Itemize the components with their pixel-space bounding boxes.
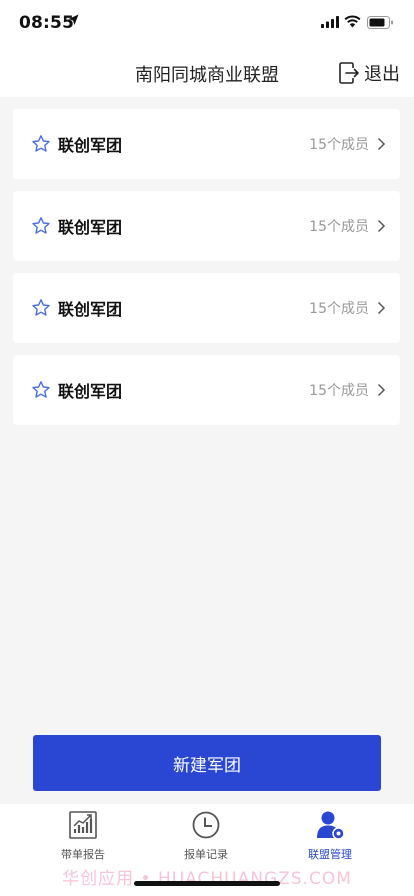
chevron-right-icon xyxy=(377,301,386,315)
star-icon[interactable] xyxy=(31,134,51,154)
chevron-right-icon xyxy=(377,137,386,151)
logout-icon xyxy=(339,62,359,84)
wifi-icon xyxy=(344,15,361,28)
status-bar: 08:55 xyxy=(0,0,414,48)
tab-label: 报单记录 xyxy=(184,848,228,861)
team-name: 联创军团 xyxy=(58,218,123,237)
tab-label: 带单报告 xyxy=(61,848,105,861)
member-count: 15个成员 xyxy=(309,301,369,317)
team-card[interactable]: 联创军团 15个成员 xyxy=(13,273,400,343)
status-time: 08:55 xyxy=(19,13,75,33)
tab-alliance-management[interactable]: 联盟管理 xyxy=(275,810,385,862)
tab-records[interactable]: 报单记录 xyxy=(151,810,261,862)
team-name: 联创军团 xyxy=(58,382,123,401)
star-icon[interactable] xyxy=(31,298,51,318)
member-count: 15个成员 xyxy=(309,383,369,399)
chevron-right-icon xyxy=(377,219,386,233)
chevron-right-icon xyxy=(377,383,386,397)
clock-icon xyxy=(192,811,220,839)
member-count: 15个成员 xyxy=(309,219,369,235)
team-list: 联创军团 15个成员 联创军团 15个成员 联创军团 15个成员 联创军团 15… xyxy=(13,109,400,437)
team-name: 联创军团 xyxy=(58,300,123,319)
home-indicator[interactable] xyxy=(134,881,280,886)
star-icon[interactable] xyxy=(31,216,51,236)
member-count: 15个成员 xyxy=(309,137,369,153)
logout-button[interactable]: 退出 xyxy=(339,60,400,86)
team-card[interactable]: 联创军团 15个成员 xyxy=(13,191,400,261)
tab-label: 联盟管理 xyxy=(308,848,352,861)
signal-icon xyxy=(321,16,339,28)
tab-report[interactable]: 带单报告 xyxy=(28,810,138,862)
location-arrow-icon xyxy=(68,14,79,25)
chart-icon xyxy=(69,811,97,839)
team-card[interactable]: 联创军团 15个成员 xyxy=(13,109,400,179)
team-card[interactable]: 联创军团 15个成员 xyxy=(13,355,400,425)
battery-icon xyxy=(367,16,393,29)
logout-label: 退出 xyxy=(364,64,400,85)
create-team-button[interactable]: 新建军团 xyxy=(33,735,381,791)
header: 南阳同城商业联盟 退出 xyxy=(0,48,414,97)
team-name: 联创军团 xyxy=(58,136,123,155)
star-icon[interactable] xyxy=(31,380,51,400)
user-settings-icon xyxy=(317,811,345,840)
